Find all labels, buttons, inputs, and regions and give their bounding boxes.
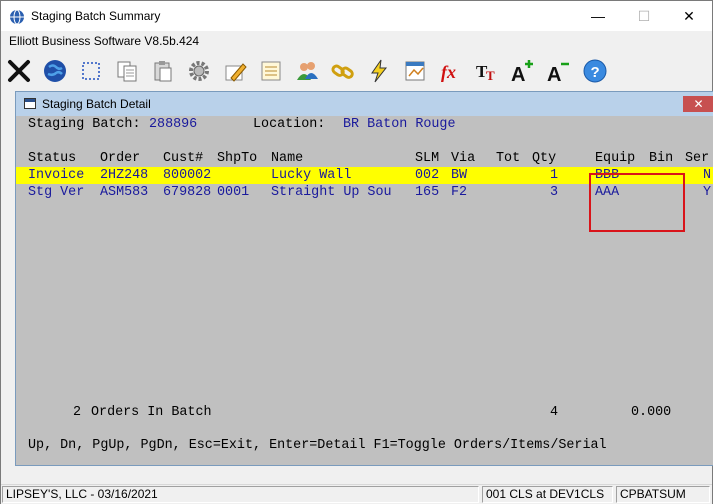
row-status: Invoice [28,168,85,183]
maximize-button[interactable]: ☐ [621,1,667,31]
col-slm: SLM [415,151,440,166]
detail-title: Staging Batch Detail [42,97,151,111]
col-qty: Qty [532,151,557,166]
row-shipto: 0001 [217,185,250,200]
status-company: LIPSEY'S, LLC - 03/16/2021 [2,486,479,503]
row-status: Stg Ver [28,185,85,200]
status-bar: LIPSEY'S, LLC - 03/16/2021 001 CLS at DE… [1,484,712,504]
col-bin: Bin [649,151,674,166]
app-globe-icon [10,9,24,25]
row-name: Lucky Wall [271,168,352,183]
location-value: BR Baton Rouge [343,117,456,132]
settings-gear-icon[interactable] [183,55,214,86]
col-via: Via [451,151,476,166]
col-ser: Ser [685,151,710,166]
svg-text:T: T [486,68,495,83]
status-session: 001 CLS at DEV1CLS [482,486,613,503]
total-amount: 0.000 [631,405,672,420]
svg-text:A: A [511,64,525,84]
increase-font-icon[interactable]: A [507,55,538,86]
staging-batch-value: 288896 [149,117,198,132]
toolbar: fx TT A A ? [3,54,710,89]
help-icon[interactable]: ? [579,55,610,86]
row-qty: 1 [550,168,559,183]
notes-icon[interactable] [255,55,286,86]
row-slm: 165 [415,185,440,200]
globe-icon[interactable] [39,55,70,86]
title-bar: Staging Batch Summary — ☐ ✕ [1,1,712,31]
font-size-icon[interactable]: TT [471,55,502,86]
row-via: BW [451,168,468,183]
main-window: Staging Batch Summary — ☐ ✕ Elliott Busi… [0,0,713,504]
col-equip: Equip [595,151,636,166]
batch-info-line: Staging Batch: 288896 Location: BR Baton… [28,117,708,133]
col-name: Name [271,151,304,166]
col-shipto: ShpTo [217,151,258,166]
function-fx-icon[interactable]: fx [435,55,466,86]
row-ser: N [703,168,712,183]
key-help-line: Up, Dn, PgUp, PgDn, Esc=Exit, Enter=Deta… [28,438,607,453]
row-name: Straight Up Sou [271,185,392,200]
row-slm: 002 [415,168,440,183]
col-tot: Tot [496,151,521,166]
copy-icon[interactable] [111,55,142,86]
location-label: Location: [253,117,326,132]
staging-batch-label: Staging Batch: [28,117,141,132]
select-icon[interactable] [75,55,106,86]
col-cust: Cust# [163,151,204,166]
col-order: Order [100,151,141,166]
batch-summary-line: 2 Orders In Batch 4 0.000 [28,405,708,421]
status-program: CPBATSUM [616,486,710,503]
svg-text:?: ? [590,64,599,81]
report-icon[interactable] [399,55,430,86]
close-x-icon[interactable] [3,55,34,86]
column-headers: Status Order Cust# ShpTo Name SLM Via To… [28,151,713,167]
detail-title-bar: Staging Batch Detail ✕ [16,92,713,116]
window-title: Staging Batch Summary [31,9,161,23]
row-ser: Y [703,185,712,200]
row-order: 2HZ248 [100,168,149,183]
minimize-button[interactable]: — [575,1,621,31]
window-icon [24,98,36,109]
lightning-icon[interactable] [363,55,394,86]
orders-in-batch-label: Orders In Batch [91,405,212,420]
svg-text:A: A [547,64,561,84]
decrease-font-icon[interactable]: A [543,55,574,86]
total-qty: 4 [550,405,559,420]
col-status: Status [28,151,77,166]
row-via: F2 [451,185,468,200]
staging-batch-detail-window: Staging Batch Detail ✕ Staging Batch: 28… [15,91,713,466]
row-cust: 800002 [163,168,212,183]
equip-bin-highlight-box [589,173,685,232]
terminal-screen: Staging Batch: 288896 Location: BR Baton… [16,116,713,465]
paste-icon[interactable] [147,55,178,86]
users-icon[interactable] [291,55,322,86]
svg-text:fx: fx [441,62,456,82]
app-version-label: Elliott Business Software V8.5b.424 [9,34,200,48]
row-qty: 3 [550,185,559,200]
row-cust: 679828 [163,185,212,200]
close-button[interactable]: ✕ [666,1,712,31]
row-order: ASM583 [100,185,149,200]
order-count: 2 [73,405,82,420]
detail-close-button[interactable]: ✕ [683,96,713,112]
chain-link-icon[interactable] [327,55,358,86]
edit-pencil-icon[interactable] [219,55,250,86]
